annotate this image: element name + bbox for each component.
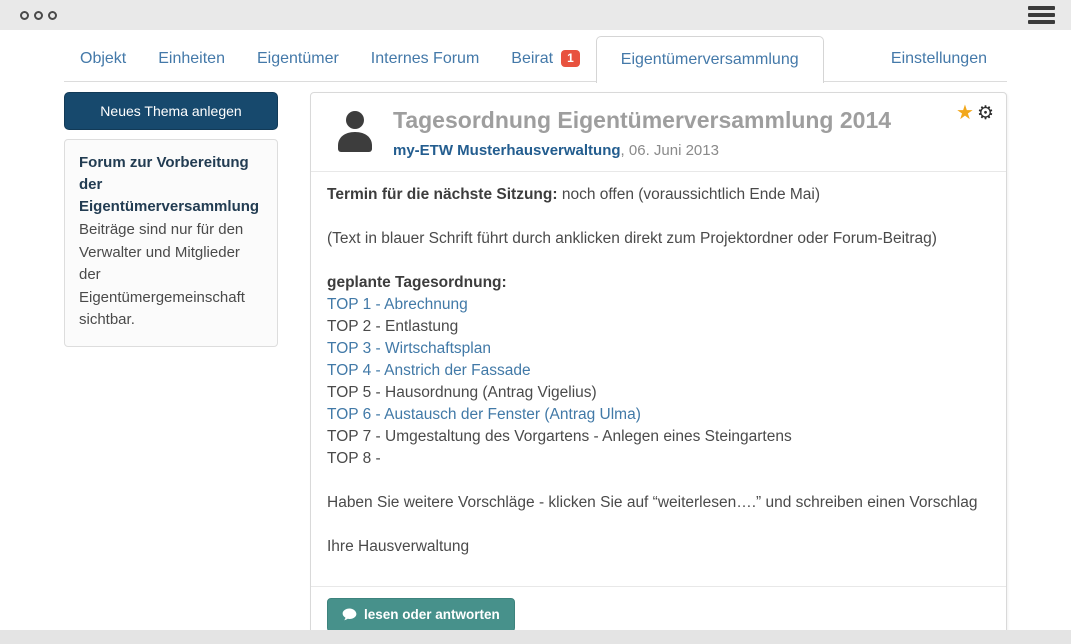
circle-icon (34, 11, 43, 20)
tab-objekt[interactable]: Objekt (64, 38, 142, 80)
agenda-item: TOP 8 - (327, 448, 990, 470)
post-header: Tagesordnung Eigentümerversammlung 2014 … (311, 93, 1006, 172)
tab-beirat[interactable]: Beirat 1 (495, 38, 595, 80)
agenda-item[interactable]: TOP 1 - Abrechnung (327, 294, 990, 316)
agenda-item: TOP 2 - Entlastung (327, 316, 990, 338)
topbar (0, 0, 1071, 30)
term-value: noch offen (voraussichtlich Ende Mai) (562, 186, 820, 203)
hint-text: (Text in blauer Schrift führt durch ankl… (327, 228, 990, 250)
agenda-item[interactable]: TOP 3 - Wirtschaftsplan (327, 338, 990, 360)
agenda-item[interactable]: TOP 6 - Austausch der Fenster (Antrag Ul… (327, 404, 990, 426)
post-title: Tagesordnung Eigentümerversammlung 2014 (393, 107, 891, 135)
post-card: Tagesordnung Eigentümerversammlung 2014 … (310, 92, 1007, 644)
agenda-heading: geplante Tagesordnung: (327, 274, 507, 291)
circle-icon (48, 11, 57, 20)
tab-einheiten[interactable]: Einheiten (142, 38, 241, 80)
new-topic-button[interactable]: Neues Thema anlegen (64, 92, 278, 130)
closing-text: Haben Sie weitere Vorschläge - klicken S… (327, 492, 990, 514)
post-author-link[interactable]: my-ETW Musterhausverwaltung (393, 142, 621, 159)
beirat-count-badge: 1 (561, 50, 580, 67)
tab-bar: Objekt Einheiten Eigentümer Internes For… (64, 36, 1007, 82)
main-content: Neues Thema anlegen Forum zur Vorbereitu… (0, 82, 1071, 644)
agenda-item: TOP 5 - Hausordnung (Antrag Vigelius) (327, 382, 990, 404)
tab-eigentuemer[interactable]: Eigentümer (241, 38, 355, 80)
info-box-title: Forum zur Vorbereitung der Eigentümerver… (79, 152, 263, 217)
post-byline: my-ETW Musterhausverwaltung, 06. Juni 20… (393, 142, 891, 159)
post-date: , 06. Juni 2013 (621, 142, 719, 159)
post-body: Termin für die nächste Sitzung: noch off… (311, 172, 1006, 586)
tab-eigentuemerversammlung[interactable]: Eigentümerversammlung (596, 36, 824, 83)
reply-button-label: lesen oder antworten (364, 607, 500, 622)
agenda-item: TOP 7 - Umgestaltung des Vorgartens - An… (327, 426, 990, 448)
footer-bar (0, 630, 1071, 644)
favorite-star-icon[interactable]: ★ (956, 103, 974, 123)
agenda-list: TOP 1 - Abrechnung TOP 2 - Entlastung TO… (327, 294, 990, 470)
info-box-text: Beiträge sind nur für den Verwalter und … (79, 219, 263, 332)
post-header-actions: ★ ⚙ (956, 103, 994, 123)
speech-bubble-icon (342, 608, 357, 621)
tab-internes-forum[interactable]: Internes Forum (355, 38, 495, 80)
sidebar-info-box: Forum zur Vorbereitung der Eigentümerver… (64, 139, 278, 347)
agenda-heading-line: geplante Tagesordnung: (327, 272, 990, 294)
settings-gear-icon[interactable]: ⚙ (977, 104, 994, 123)
sidebar: Neues Thema anlegen Forum zur Vorbereitu… (64, 92, 278, 347)
reply-button[interactable]: lesen oder antworten (327, 598, 515, 632)
term-line: Termin für die nächste Sitzung: noch off… (327, 184, 990, 206)
tab-beirat-label: Beirat (511, 50, 553, 68)
tab-einstellungen[interactable]: Einstellungen (875, 38, 1007, 80)
hamburger-menu-icon[interactable] (1028, 4, 1055, 26)
term-label: Termin für die nächste Sitzung: (327, 186, 558, 203)
post-header-text: Tagesordnung Eigentümerversammlung 2014 … (393, 107, 891, 159)
agenda-item[interactable]: TOP 4 - Anstrich der Fassade (327, 360, 990, 382)
window-dots-icon (20, 11, 57, 20)
signature-text: Ihre Hausverwaltung (327, 536, 990, 558)
circle-icon (20, 11, 29, 20)
person-avatar-icon (333, 110, 377, 152)
